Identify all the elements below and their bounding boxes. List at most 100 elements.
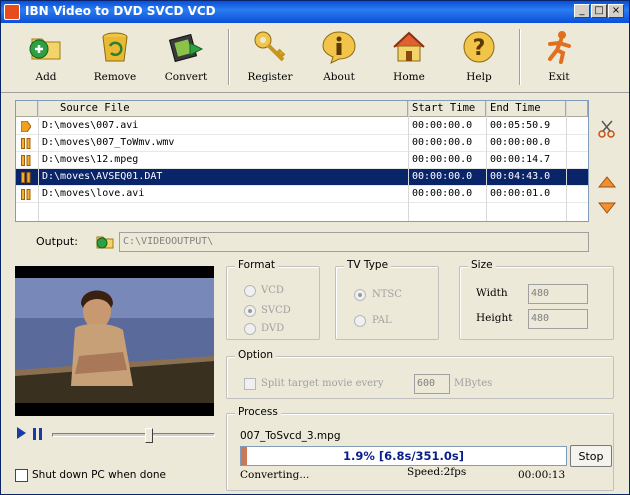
option-group-title: Option (235, 349, 277, 361)
tv-pal-radio[interactable] (354, 315, 366, 327)
add-button[interactable]: Add (15, 27, 77, 89)
window-title: IBN Video to DVD SVCD VCD (25, 4, 216, 18)
help-button[interactable]: ? Help (448, 27, 510, 89)
play-icon[interactable] (16, 427, 26, 439)
start-time-cell: 00:00:00.0 (412, 120, 473, 131)
folder-browse-icon[interactable] (95, 231, 115, 251)
process-elapsed: 00:00:13 (518, 469, 566, 481)
table-row[interactable]: D:\moves\AVSEQ01.DAT 00:00:00.0 00:04:43.0 (16, 169, 588, 186)
format-group-title: Format (235, 259, 279, 271)
end-time-column-header[interactable]: End Time (486, 101, 566, 117)
toolbar-separator (228, 29, 230, 85)
about-button[interactable]: About (308, 27, 370, 89)
toolbar-separator (519, 29, 521, 85)
split-checkbox[interactable] (244, 378, 256, 390)
main-window: IBN Video to DVD SVCD VCD _ □ × Add Remo… (0, 0, 630, 495)
table-row[interactable]: D:\moves\007.avi 00:00:00.0 00:05:50.9 (16, 118, 588, 135)
tv-type-group-title: TV Type (344, 259, 392, 271)
exit-button[interactable]: Exit (528, 27, 590, 89)
table-row[interactable]: D:\moves\love.avi 00:00:00.0 00:00:01.0 (16, 186, 588, 203)
convert-label: Convert (164, 71, 208, 83)
scissors-icon[interactable] (597, 119, 617, 139)
home-button[interactable]: Home (378, 27, 440, 89)
height-label: Height (476, 312, 513, 324)
shutdown-label: Shut down PC when done (32, 469, 166, 481)
shutdown-checkbox[interactable] (15, 469, 28, 482)
width-label: Width (476, 287, 508, 299)
width-field[interactable]: 480 (528, 284, 588, 304)
format-dvd-radio[interactable] (244, 323, 256, 335)
register-label: Register (247, 71, 293, 83)
remove-label: Remove (93, 71, 137, 83)
source-file-cell: D:\moves\AVSEQ01.DAT (42, 171, 163, 182)
tv-pal-label: PAL (372, 315, 392, 326)
output-path-field[interactable]: C:\VIDEOOUTPUT\ (119, 232, 589, 252)
split-unit-label: MBytes (454, 378, 493, 389)
source-file-cell: D:\moves\007.avi (42, 120, 139, 131)
maximize-button[interactable]: □ (591, 4, 607, 18)
source-file-column-header[interactable]: Source File (38, 101, 408, 117)
seek-slider-thumb[interactable] (145, 428, 153, 443)
close-button[interactable]: × (608, 4, 624, 18)
end-time-cell: 00:00:01.0 (490, 188, 551, 199)
format-dvd-label: DVD (261, 323, 285, 334)
process-speed: Speed:2fps (407, 466, 467, 478)
split-size-field[interactable]: 600 (414, 374, 450, 394)
start-time-cell: 00:00:00.0 (412, 154, 473, 165)
column-divider (566, 101, 567, 221)
app-icon (4, 4, 20, 20)
paused-status-icon (21, 138, 31, 149)
table-row[interactable]: D:\moves\12.mpeg 00:00:00.0 00:00:14.7 (16, 152, 588, 169)
column-divider (486, 101, 487, 221)
start-time-cell: 00:00:00.0 (412, 137, 473, 148)
video-preview (15, 266, 214, 416)
info-icon (322, 31, 356, 64)
pause-icon[interactable] (32, 428, 43, 440)
tv-ntsc-radio[interactable] (354, 289, 366, 301)
end-time-cell: 00:00:00.0 (490, 137, 551, 148)
running-man-exit-icon (548, 31, 571, 64)
column-divider (38, 101, 39, 221)
height-field[interactable]: 480 (528, 309, 588, 329)
progress-bar: 1.9% [6.8s/351.0s] (240, 446, 567, 466)
file-list[interactable]: Source File Start Time End Time D:\moves… (15, 100, 589, 222)
register-button[interactable]: Register (239, 27, 301, 89)
format-vcd-radio[interactable] (244, 285, 256, 297)
column-divider (408, 101, 409, 221)
minimize-button[interactable]: _ (574, 4, 590, 18)
process-status: Converting... (240, 469, 310, 481)
empty-column-header (566, 101, 588, 117)
end-time-cell: 00:00:14.7 (490, 154, 551, 165)
format-vcd-label: VCD (261, 285, 284, 296)
split-label: Split target movie every (261, 378, 384, 389)
progress-text: 1.9% [6.8s/351.0s] (342, 449, 465, 463)
move-up-icon[interactable] (597, 175, 617, 189)
source-file-cell: D:\moves\love.avi (42, 188, 145, 199)
source-file-cell: D:\moves\007_ToWmv.wmv (42, 137, 175, 148)
playing-status-icon (21, 121, 31, 132)
seek-slider-track[interactable] (52, 433, 215, 437)
option-group: Option Split target movie every 600 MByt… (226, 349, 614, 399)
home-icon (393, 31, 425, 62)
video-frame-image (15, 266, 214, 416)
tv-ntsc-label: NTSC (372, 289, 402, 300)
stop-button[interactable]: Stop (570, 445, 612, 467)
output-label: Output: (36, 235, 78, 248)
add-label: Add (35, 71, 57, 83)
convert-button[interactable]: Convert (155, 27, 217, 89)
format-group: Format VCD SVCD DVD (226, 259, 320, 340)
key-icon (254, 31, 286, 62)
title-bar[interactable]: IBN Video to DVD SVCD VCD _ □ × (1, 1, 629, 23)
help-icon: ? (463, 31, 495, 63)
table-row[interactable]: D:\moves\007_ToWmv.wmv 00:00:00.0 00:00:00… (16, 135, 588, 152)
remove-button[interactable]: Remove (84, 27, 146, 89)
size-group: Size Width 480 Height 480 (459, 259, 614, 340)
move-down-icon[interactable] (597, 201, 617, 215)
start-time-column-header[interactable]: Start Time (408, 101, 486, 117)
status-column-header (16, 101, 38, 117)
format-svcd-label: SVCD (261, 305, 291, 316)
size-group-title: Size (468, 259, 496, 271)
format-svcd-radio[interactable] (244, 305, 256, 317)
home-label: Home (393, 71, 425, 83)
svg-text:?: ? (473, 36, 486, 61)
